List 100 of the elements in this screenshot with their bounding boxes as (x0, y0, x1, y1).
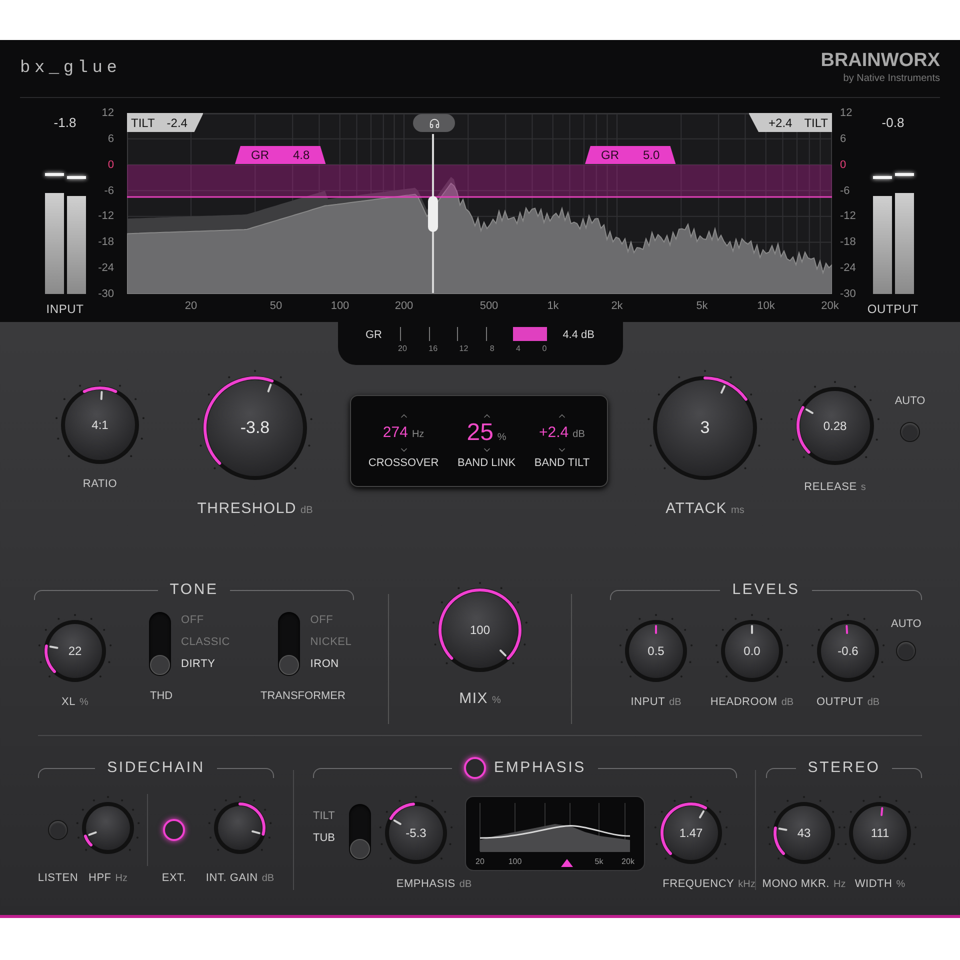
tilt-badge[interactable]: +2.4 TILT (748, 113, 832, 132)
frequency-label: 5k (696, 299, 708, 314)
switch-option[interactable]: TILT (313, 808, 349, 824)
knob-label: INT. GAIN (206, 871, 258, 886)
mode-switch[interactable] (149, 612, 171, 676)
meter-label: INPUT (46, 301, 84, 318)
mode-switch[interactable] (278, 612, 300, 676)
unit-label: % (492, 694, 501, 708)
knob-label: EMPHASIS (396, 877, 456, 892)
frequency-label: 500 (480, 299, 498, 314)
emphasis-display[interactable] (465, 796, 645, 871)
peak-indicator (44, 173, 64, 176)
section-title: EMPHASIS (494, 758, 586, 778)
frequency-label: 20 (476, 856, 484, 868)
gr-meter-fill (512, 327, 547, 341)
knob-label: LISTEN (38, 871, 78, 886)
knob-label: ATTACK (666, 499, 728, 519)
bracket-line (216, 768, 274, 778)
switch-label: TRANSFORMER (260, 689, 346, 704)
axis-label: -12 (840, 209, 856, 224)
frequency-label: 5k (594, 856, 604, 868)
gr-tick-label: 8 (490, 343, 494, 355)
knob-arc (774, 826, 785, 855)
axis-label: -30 (840, 286, 856, 301)
gr-reading: 4.4 dB (562, 328, 594, 343)
axis-label: -6 (840, 184, 850, 198)
unit-label: dB (781, 696, 794, 710)
frequency-label: 2k (611, 299, 623, 314)
unit-label: dB (572, 428, 585, 442)
auto-label: AUTO (894, 394, 926, 409)
unit-label: kHz (738, 878, 756, 892)
unit-label: dB (669, 696, 682, 710)
axis-label: -24 (98, 261, 114, 276)
unit-label: % (80, 696, 88, 710)
frequency-handle[interactable] (561, 859, 573, 867)
unit-label: ms (731, 504, 744, 518)
switch-thumb[interactable] (150, 655, 170, 675)
peak-indicator (894, 173, 914, 176)
knob-label: RATIO (82, 477, 118, 492)
frequency-label: 20k (622, 856, 634, 868)
peak-indicator (872, 176, 892, 179)
tilt-badge[interactable]: TILT -2.4 (127, 113, 204, 132)
switch-thumb[interactable] (350, 839, 370, 859)
knob-value: -3.8 (240, 417, 270, 440)
meter-label: OUTPUT (867, 301, 919, 318)
gr-meter-label: GR (366, 328, 382, 343)
gr-tick-label: 16 (428, 343, 438, 355)
axis-label: -12 (98, 209, 114, 224)
knob-arc (238, 802, 266, 836)
axis-label: -24 (840, 261, 856, 276)
display-value[interactable]: 25 (466, 420, 494, 445)
frequency-label: 200 (394, 299, 414, 314)
switch-thumb[interactable] (279, 655, 300, 675)
gr-badge[interactable]: GR 5.0 (585, 146, 676, 164)
unit-label: % (497, 430, 506, 445)
gr-value: 5.0 (643, 147, 660, 164)
frequency-label: 50 (270, 299, 282, 314)
knob-value: 1.47 (679, 825, 703, 842)
knob-value: 3 (700, 417, 710, 440)
knob-arc (704, 376, 748, 401)
knob-label: THRESHOLD (197, 499, 297, 519)
gr-value: 4.8 (293, 147, 310, 164)
peak-indicator (66, 176, 86, 179)
solo-button[interactable] (413, 114, 455, 132)
unit-label: dB (867, 696, 880, 710)
mode-switch[interactable] (349, 804, 371, 860)
frequency-label: 1k (547, 299, 559, 314)
switch-option[interactable]: TUB (313, 830, 349, 846)
knob-value: -5.3 (406, 825, 426, 842)
crossover-handle[interactable] (428, 134, 438, 293)
gr-label: GR (601, 147, 619, 164)
display-label: BAND LINK (457, 456, 516, 471)
plugin-title: bx_glue (20, 58, 122, 80)
headphones-icon (428, 118, 440, 128)
axis-label: 6 (108, 132, 114, 146)
unit-label: dB (300, 504, 313, 518)
frequency-label: 20 (184, 299, 198, 314)
unit-label: dB (262, 872, 274, 886)
knob-label: MONO MKR. (762, 877, 830, 892)
gr-tick-label: 4 (516, 343, 520, 355)
display-value[interactable]: 274 (382, 420, 408, 445)
bracket-line (38, 768, 96, 778)
section-title: STEREO (808, 758, 880, 778)
gr-badge[interactable]: GR 4.8 (235, 146, 326, 164)
emphasis-button[interactable] (464, 757, 486, 779)
knob-label: MIX (459, 689, 488, 709)
knob-label: XL (62, 695, 76, 710)
unit-label: Hz (834, 878, 846, 892)
tilt-label: TILT (804, 114, 828, 132)
tilt-value: +2.4 (768, 114, 792, 132)
frequency-label: 20k (821, 299, 839, 314)
switch-option[interactable]: DIRTY (181, 656, 230, 672)
display-label: CROSSOVER (368, 456, 439, 471)
display-label: BAND TILT (534, 456, 590, 471)
external-button[interactable] (163, 819, 185, 841)
display-value[interactable]: +2.4 (539, 420, 569, 445)
switch-option[interactable]: IRON (310, 656, 352, 672)
knob-label: RELEASE (804, 480, 857, 495)
knob-arc (84, 834, 93, 846)
knob-value: 0.0 (744, 643, 760, 660)
